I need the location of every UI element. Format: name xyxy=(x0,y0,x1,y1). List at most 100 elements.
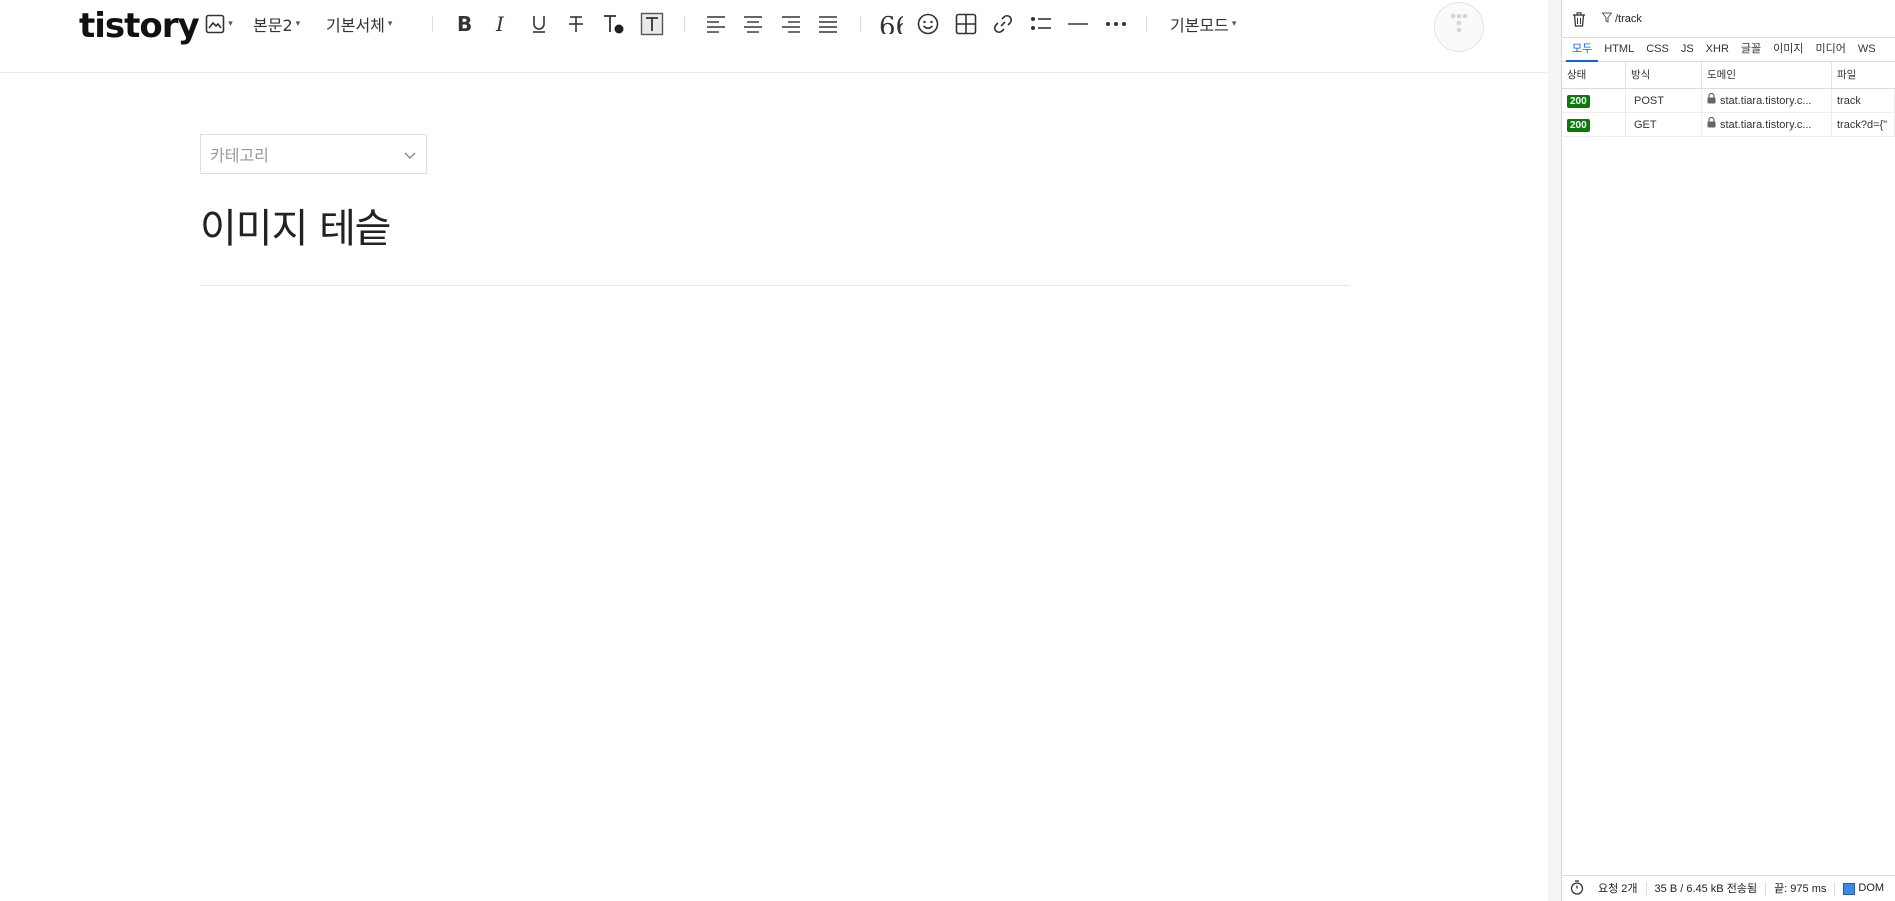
request-domain: stat.tiara.tistory.c... xyxy=(1720,95,1812,107)
table-icon xyxy=(955,13,977,35)
align-center-icon xyxy=(743,15,763,33)
tab-all[interactable]: 모두 xyxy=(1566,38,1599,62)
italic-button[interactable]: I xyxy=(489,8,513,40)
chevron-down-icon: ▾ xyxy=(228,19,233,29)
tab-fonts[interactable]: 글꼴 xyxy=(1735,38,1767,62)
image-icon xyxy=(205,14,225,34)
list-icon xyxy=(1030,14,1052,34)
toolbar-divider xyxy=(432,16,433,32)
request-list: 200 POST stat.tiara.tistory.c... track 2… xyxy=(1562,89,1895,137)
list-button[interactable] xyxy=(1028,8,1054,40)
bold-button[interactable]: B xyxy=(452,8,476,40)
finish-time: 끝: 975 ms xyxy=(1766,881,1836,896)
lock-icon xyxy=(1707,113,1716,137)
network-filter-bar: /track xyxy=(1562,0,1895,38)
svg-text:B: B xyxy=(457,14,472,34)
column-header-domain[interactable]: 도메인 xyxy=(1702,62,1832,89)
align-right-button[interactable] xyxy=(779,8,803,40)
paragraph-style-dropdown[interactable]: 본문2 ▾ xyxy=(253,8,300,40)
trash-icon[interactable] xyxy=(1572,12,1586,27)
tab-html[interactable]: HTML xyxy=(1598,38,1640,62)
underline-button[interactable] xyxy=(527,8,551,40)
divider-icon xyxy=(1067,14,1089,34)
request-table-header: 상태 방식 도메인 파일 xyxy=(1562,62,1895,89)
status-badge: 200 xyxy=(1567,94,1590,108)
category-placeholder: 카테고리 xyxy=(210,146,269,165)
tistory-logo[interactable]: tistory xyxy=(79,4,200,48)
tab-xhr[interactable]: XHR xyxy=(1700,38,1735,62)
align-right-icon xyxy=(781,15,801,33)
chevron-down-icon: ▾ xyxy=(1231,19,1237,29)
editor-mode-dropdown[interactable]: 기본모드 ▾ xyxy=(1170,8,1236,40)
underline-icon xyxy=(530,13,548,35)
toolbar-divider xyxy=(684,16,685,32)
profile-icon xyxy=(1447,11,1471,43)
align-justify-button[interactable] xyxy=(816,8,840,40)
svg-text:I: I xyxy=(495,14,505,34)
panel-resize-handle[interactable] xyxy=(1548,0,1562,901)
insert-image-button[interactable]: ▾ xyxy=(201,8,237,40)
tab-js[interactable]: JS xyxy=(1675,38,1700,62)
strikethrough-button[interactable] xyxy=(564,8,588,40)
column-header-method[interactable]: 방식 xyxy=(1626,62,1702,89)
filter-text: /track xyxy=(1615,13,1642,25)
editor-toolbar: tistory ▾ 본문2 ▾ 기본서체 ▾ B I 6 기본모드 ▾ xyxy=(0,0,1548,73)
dom-marker-icon xyxy=(1843,882,1856,895)
toolbar-divider xyxy=(1146,16,1147,32)
tab-css[interactable]: CSS xyxy=(1640,38,1675,62)
align-left-icon xyxy=(706,15,726,33)
text-background-button[interactable] xyxy=(639,8,665,40)
font-family-dropdown[interactable]: 기본서체 ▾ xyxy=(326,8,392,40)
tab-images[interactable]: 이미지 xyxy=(1767,38,1809,62)
title-divider xyxy=(200,285,1350,286)
emoji-icon xyxy=(917,13,939,35)
align-left-button[interactable] xyxy=(704,8,728,40)
quote-button[interactable]: 66 xyxy=(878,8,904,40)
dom-content-loaded: DOM xyxy=(1835,882,1884,895)
tab-media[interactable]: 미디어 xyxy=(1810,38,1852,62)
divider-button[interactable] xyxy=(1065,8,1091,40)
link-icon xyxy=(992,13,1014,35)
italic-icon: I xyxy=(492,14,510,34)
align-justify-icon xyxy=(818,15,838,33)
status-badge: 200 xyxy=(1567,118,1590,132)
request-file: track xyxy=(1832,89,1895,113)
filter-icon xyxy=(1601,12,1613,26)
devtools-network-panel: /track 모두 HTML CSS JS XHR 글꼴 이미지 미디어 WS … xyxy=(1548,0,1895,901)
more-options-button[interactable] xyxy=(1103,8,1129,40)
avatar[interactable] xyxy=(1434,2,1484,52)
quote-icon: 66 xyxy=(879,14,903,34)
request-method: GET xyxy=(1626,113,1702,137)
column-header-file[interactable]: 파일 xyxy=(1832,62,1895,89)
request-domain: stat.tiara.tistory.c... xyxy=(1720,119,1812,131)
tab-ws[interactable]: WS xyxy=(1852,38,1882,62)
post-title[interactable]: 이미지 테슽 xyxy=(200,196,392,254)
request-file: track?d={" xyxy=(1832,113,1895,137)
lock-icon xyxy=(1707,89,1716,113)
align-center-button[interactable] xyxy=(741,8,765,40)
editor-area: tistory ▾ 본문2 ▾ 기본서체 ▾ B I 6 기본모드 ▾ 카테고리… xyxy=(0,0,1548,901)
request-type-tabs: 모두 HTML CSS JS XHR 글꼴 이미지 미디어 WS xyxy=(1562,38,1895,62)
link-button[interactable] xyxy=(990,8,1016,40)
category-select[interactable]: 카테고리 xyxy=(200,134,427,174)
bold-icon: B xyxy=(455,14,473,34)
table-row[interactable]: 200 POST stat.tiara.tistory.c... track xyxy=(1562,89,1895,113)
more-icon xyxy=(1105,14,1127,34)
text-background-icon xyxy=(640,12,664,36)
request-method: POST xyxy=(1626,89,1702,113)
text-color-button[interactable] xyxy=(601,8,627,40)
stopwatch-icon[interactable] xyxy=(1562,879,1590,898)
table-button[interactable] xyxy=(953,8,979,40)
chevron-down-icon xyxy=(404,145,416,164)
transfer-size: 35 B / 6.45 kB 전송됨 xyxy=(1647,881,1767,896)
svg-text:66: 66 xyxy=(879,14,903,34)
table-row[interactable]: 200 GET stat.tiara.tistory.c... track?d=… xyxy=(1562,113,1895,137)
emoji-button[interactable] xyxy=(915,8,941,40)
column-header-status[interactable]: 상태 xyxy=(1562,62,1626,89)
strikethrough-icon xyxy=(567,14,585,34)
url-filter-input[interactable]: /track xyxy=(1601,12,1642,26)
chevron-down-icon: ▾ xyxy=(387,19,393,29)
text-color-icon xyxy=(602,13,626,35)
network-status-bar: 요청 2개 35 B / 6.45 kB 전송됨 끝: 975 ms DOM xyxy=(1562,875,1895,901)
request-count: 요청 2개 xyxy=(1590,881,1647,896)
